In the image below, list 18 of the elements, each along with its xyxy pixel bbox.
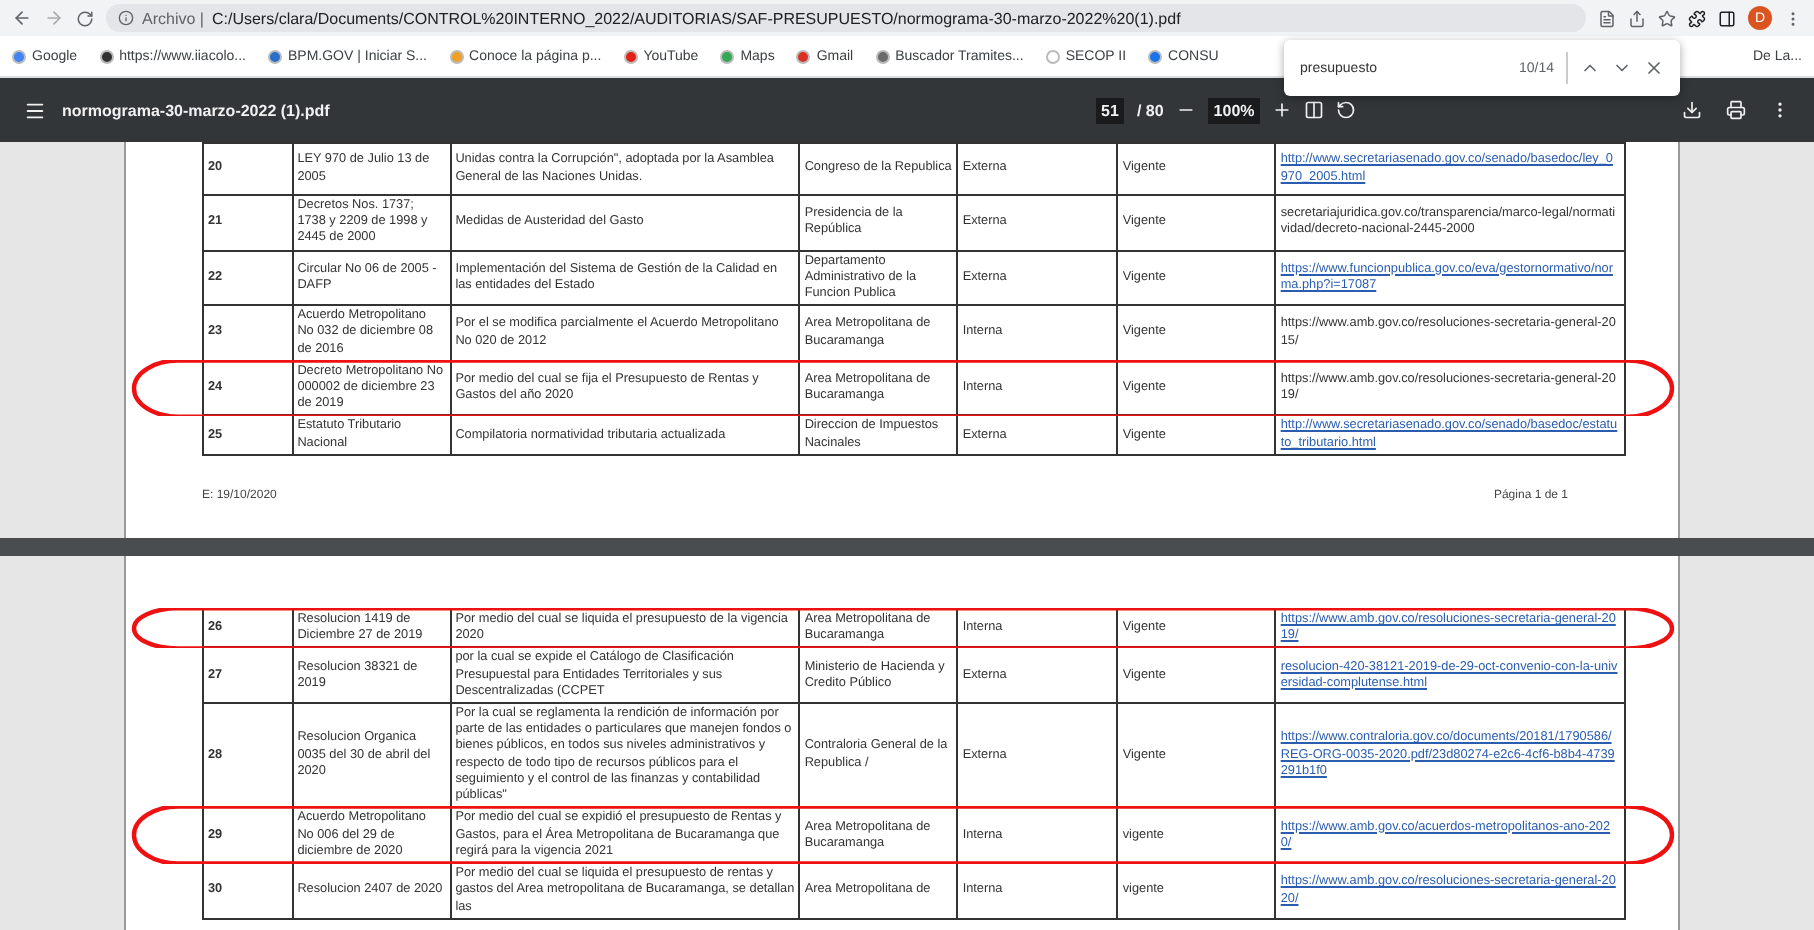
download-icon[interactable]: [1682, 100, 1702, 120]
address-bar[interactable]: Archivo | C:/Users/clara/Documents/CONTROL%20INTERNO_2022/AUDITORIAS/SAF-PRESUPUESTO/normograma-30-marzo-2022%20(1).pdf: [106, 4, 1586, 32]
page-number-field[interactable]: 51: [1095, 97, 1125, 123]
rotate-icon[interactable]: [1336, 100, 1357, 120]
star-icon[interactable]: [1658, 9, 1676, 27]
zoom-field[interactable]: 100%: [1207, 97, 1261, 123]
print-icon[interactable]: [1726, 100, 1746, 120]
zoom-in-icon[interactable]: [1272, 100, 1293, 120]
close-icon[interactable]: [1644, 58, 1664, 78]
puzzle-icon[interactable]: [1688, 9, 1706, 27]
side-panel-icon[interactable]: [1718, 9, 1736, 27]
document-icon[interactable]: [1598, 9, 1616, 27]
page-total: / 80: [1136, 101, 1164, 119]
reload-icon[interactable]: [76, 9, 94, 27]
share-icon[interactable]: [1628, 9, 1646, 27]
back-icon[interactable]: [12, 8, 32, 28]
menu-icon[interactable]: [24, 99, 46, 121]
file-name: normograma-30-marzo-2022 (1).pdf: [62, 101, 330, 119]
